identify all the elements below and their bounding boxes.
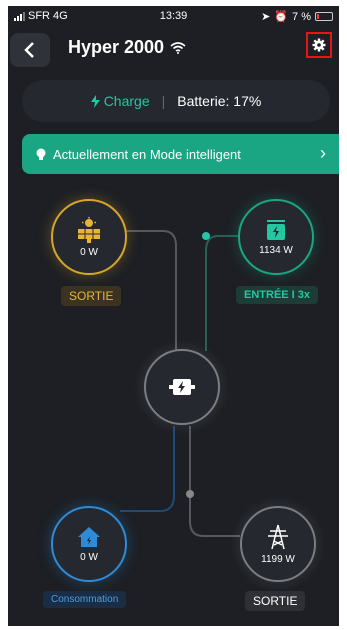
input-flow-line (205, 235, 240, 351)
solar-value: 0 W (80, 246, 98, 258)
home-value: 0 W (80, 551, 98, 563)
home-flow-line (120, 426, 175, 512)
house-icon (78, 526, 100, 547)
grid-node[interactable]: 1199 W (240, 506, 316, 582)
grid-tag: SORTIE (245, 591, 306, 611)
grid-flow-line (189, 426, 240, 537)
input-node[interactable]: 1134 W (238, 199, 314, 275)
grid-value: 1199 W (261, 553, 295, 565)
hub-node[interactable] (144, 349, 220, 425)
solar-tag: SORTIE (61, 286, 122, 306)
solar-panel-icon (78, 216, 100, 243)
grid-flow-dot (186, 490, 194, 498)
solar-flow-line (120, 230, 177, 351)
solar-node[interactable]: 0 W (51, 199, 127, 275)
input-value: 1134 W (259, 244, 293, 256)
battery-charge-icon (267, 219, 285, 240)
home-node[interactable]: 0 W (51, 506, 127, 582)
app-screen: SFR 4G 13:39 ➤ ⏰ 7 % Hyper 2000 Charge |… (8, 6, 339, 626)
home-tag: Consommation (43, 591, 127, 608)
input-flow-dot (202, 232, 210, 240)
input-tag: ENTRÉE I 3x (236, 286, 319, 304)
inverter-icon (169, 379, 195, 395)
power-tower-icon (268, 524, 288, 549)
